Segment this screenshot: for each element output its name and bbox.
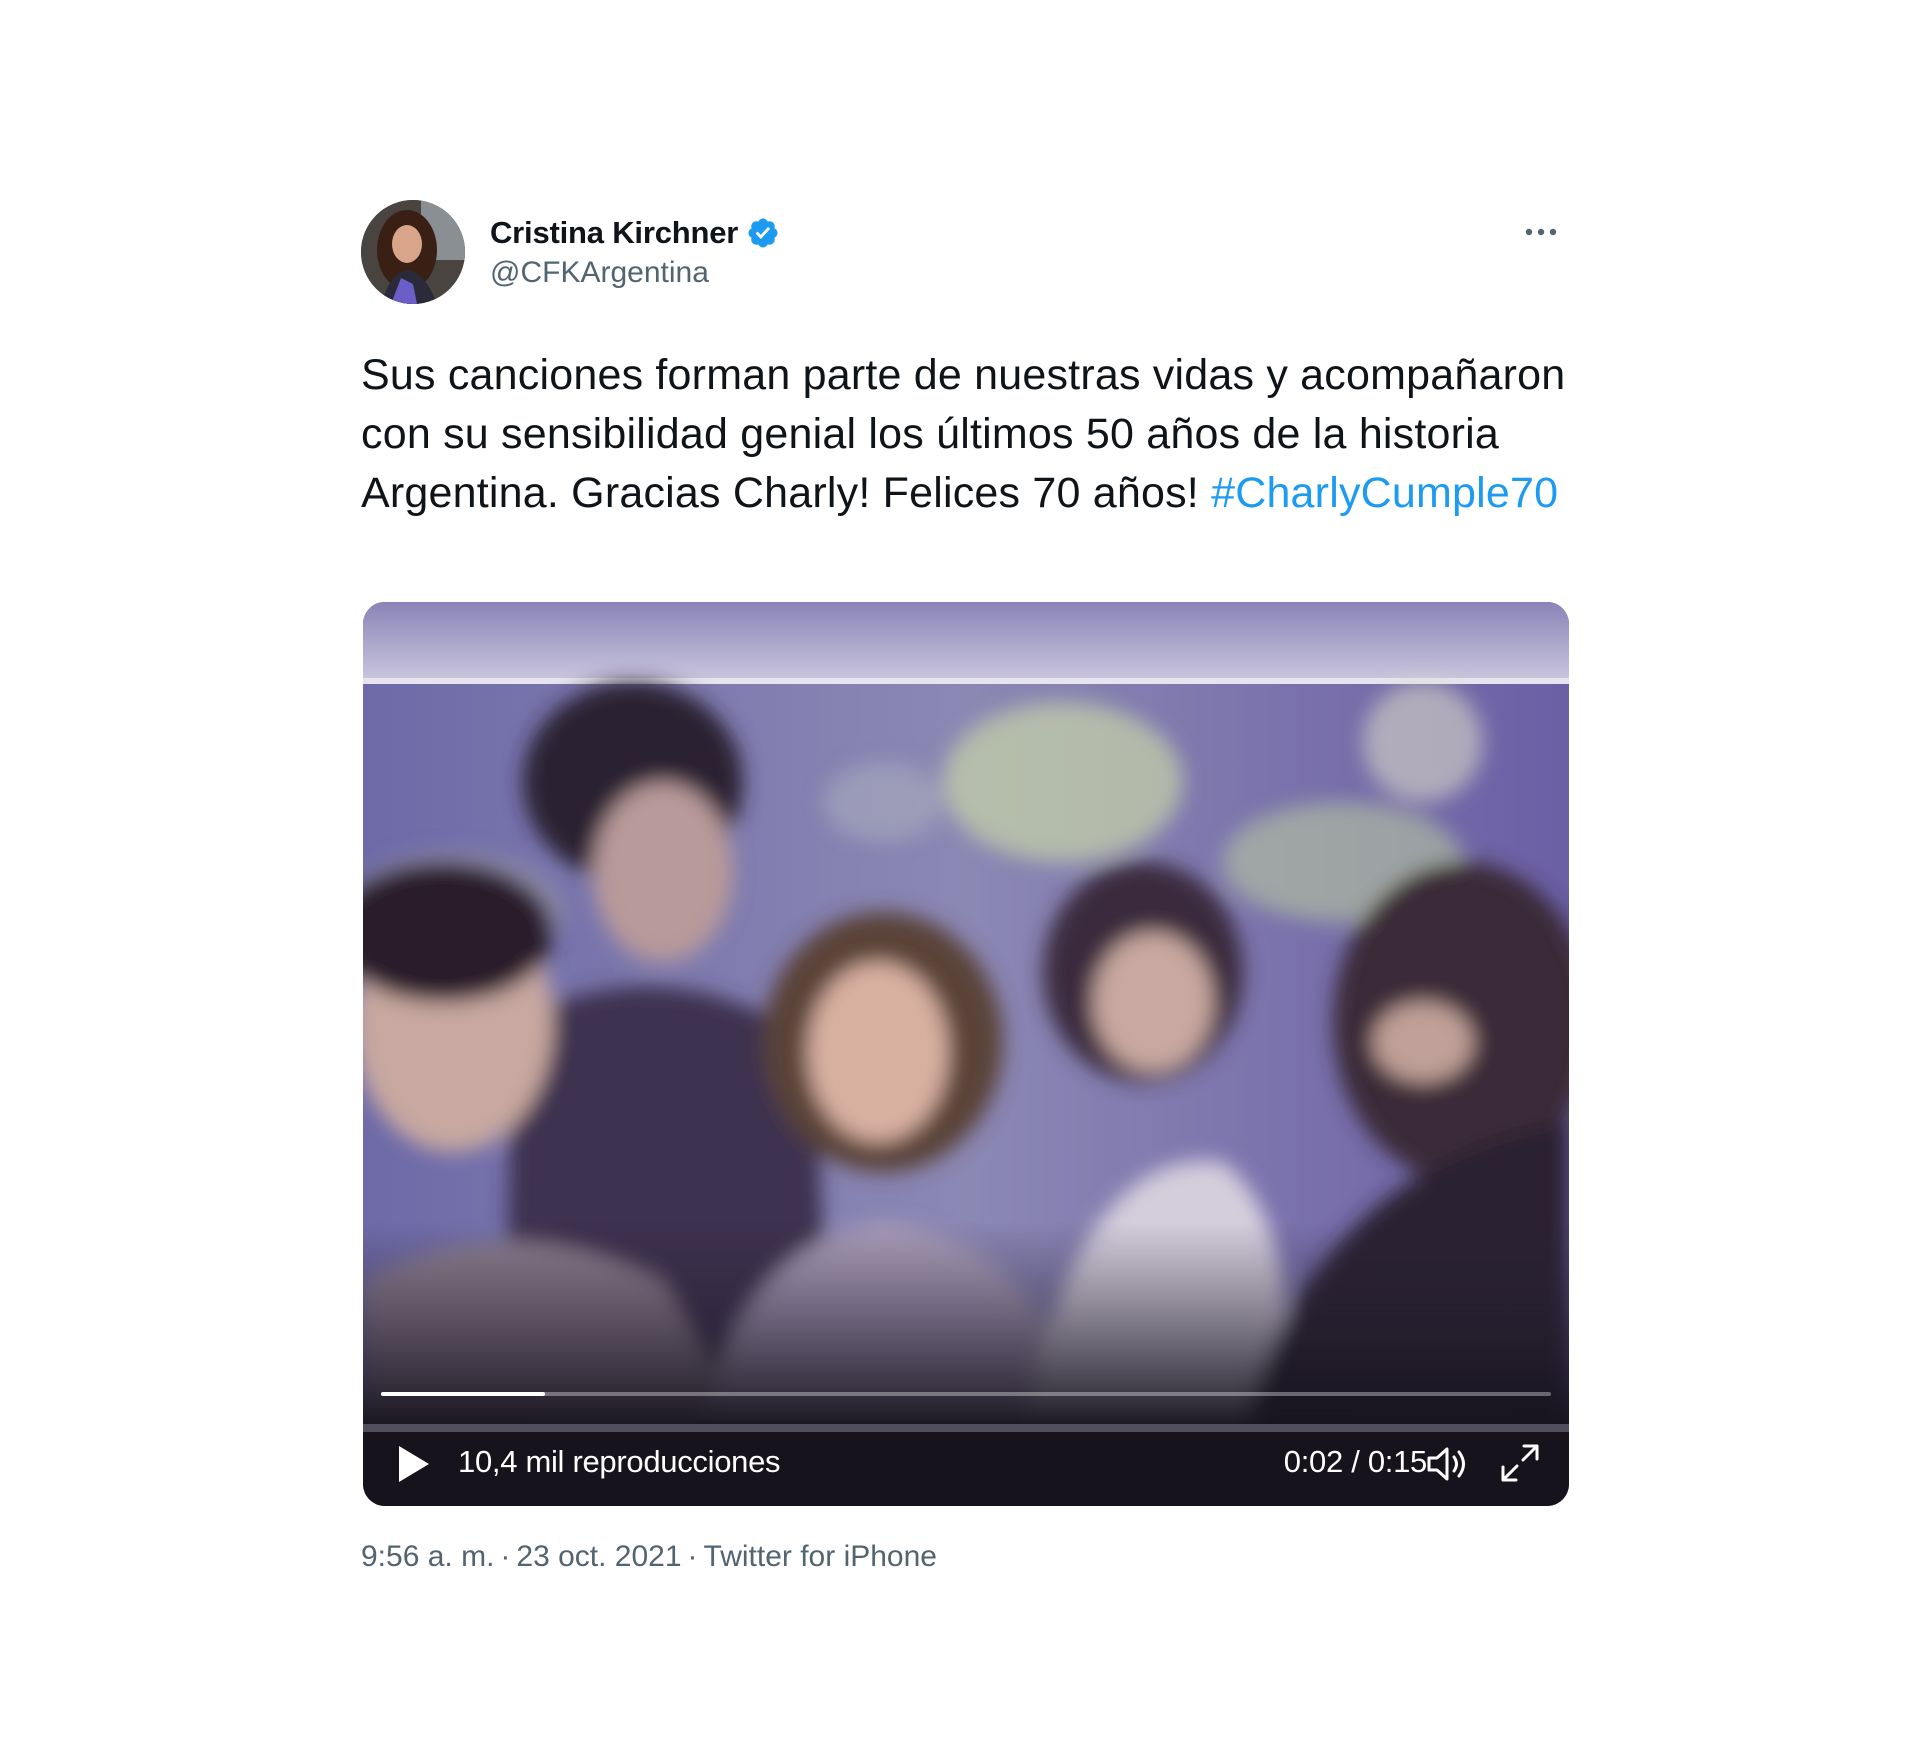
more-dots-icon[interactable] [1521, 212, 1561, 252]
tweet-date[interactable]: 23 oct. 2021 [516, 1540, 681, 1573]
video-progress-fill [381, 1392, 545, 1396]
tweet-time[interactable]: 9:56 a. m. [361, 1540, 494, 1573]
meta-separator: · [687, 1540, 698, 1573]
verified-badge-icon [746, 216, 780, 250]
hashtag-link[interactable]: #CharlyCumple70 [1211, 469, 1558, 517]
fullscreen-icon[interactable] [1497, 1440, 1543, 1486]
author-info: Cristina Kirchner @CFKArgentina [490, 212, 780, 290]
tweet-card: Cristina Kirchner @CFKArgentina Sus canc… [361, 200, 1569, 1573]
volume-icon[interactable] [1425, 1442, 1471, 1486]
video-time: 0:02 / 0:15 [1283, 1444, 1428, 1479]
video-frame[interactable] [363, 602, 1569, 1506]
video-progress-bar[interactable] [381, 1392, 1551, 1396]
play-icon[interactable] [393, 1442, 433, 1486]
meta-separator: · [500, 1540, 511, 1573]
view-count: 10,4 mil reproducciones [458, 1444, 781, 1479]
tweet-text: Sus canciones forman parte de nuestras v… [361, 346, 1571, 523]
avatar[interactable] [361, 200, 465, 304]
tweet-meta: 9:56 a. m. · 23 oct. 2021 · Twitter for iPho… [361, 1540, 937, 1574]
video-player[interactable]: 10,4 mil reproducciones 0:02 / 0:15 [363, 602, 1569, 1506]
author-name-row: Cristina Kirchner [490, 212, 780, 254]
video-controls: 10,4 mil reproducciones 0:02 / 0:15 [363, 1422, 1569, 1506]
author-handle[interactable]: @CFKArgentina [490, 256, 780, 290]
tweet-header: Cristina Kirchner @CFKArgentina [361, 200, 1567, 304]
tweet-source[interactable]: Twitter for iPhone [704, 1540, 937, 1573]
author-display-name[interactable]: Cristina Kirchner [490, 215, 738, 251]
